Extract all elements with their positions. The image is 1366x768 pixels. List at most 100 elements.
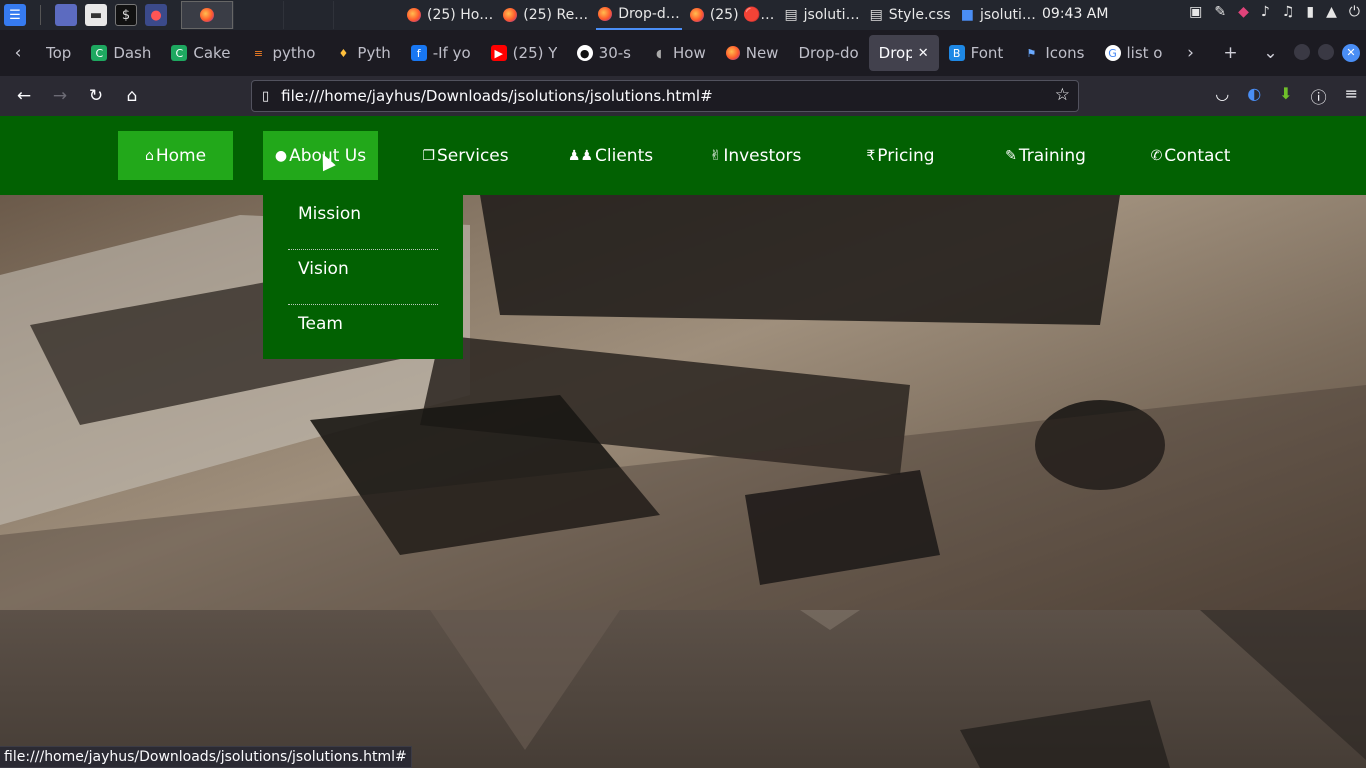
taskbar-window[interactable]: (25) 🔴… bbox=[688, 0, 777, 30]
url-text[interactable]: file:///home/jayhus/Downloads/jsolutions… bbox=[281, 87, 713, 105]
app-icon[interactable]: ◆ bbox=[1238, 4, 1249, 20]
tab[interactable]: New bbox=[716, 35, 789, 71]
tab[interactable]: ● 30-s bbox=[567, 35, 641, 71]
attachment-icon[interactable]: ✎ bbox=[1214, 4, 1226, 20]
tab[interactable]: f -If yo bbox=[401, 35, 481, 71]
minimize-window-icon[interactable] bbox=[1294, 44, 1310, 60]
file-manager-icon[interactable]: ▬ bbox=[85, 4, 107, 26]
tab[interactable]: ≡ pytho bbox=[240, 35, 325, 71]
empty-workspace-slot[interactable] bbox=[283, 1, 333, 29]
menu-item-pricing[interactable]: ₹ Pricing bbox=[843, 131, 958, 180]
users-icon: ♟♟ bbox=[567, 147, 594, 164]
firefox-taskbar-button[interactable] bbox=[181, 1, 233, 29]
app-menu-icon[interactable]: ≡ bbox=[1345, 84, 1358, 108]
download-icon[interactable]: ⬇ bbox=[1279, 84, 1292, 108]
reload-icon[interactable]: ↻ bbox=[78, 86, 114, 106]
bookmark-star-icon[interactable]: ☆ bbox=[1055, 85, 1070, 105]
firefox-icon bbox=[689, 8, 704, 22]
user-icon: ● bbox=[274, 147, 288, 164]
taskbar-window[interactable]: ■ jsoluti… bbox=[959, 0, 1038, 30]
tab[interactable]: ▶ (25) Y bbox=[481, 35, 567, 71]
tab[interactable]: Glist o bbox=[1095, 35, 1173, 71]
forward-icon[interactable]: → bbox=[42, 86, 78, 106]
clock[interactable]: 09:43 AM bbox=[1042, 6, 1108, 22]
lock-icon[interactable]: ▲ bbox=[1326, 4, 1337, 20]
tab-label: pytho bbox=[272, 44, 316, 62]
close-window-icon[interactable]: ✕ bbox=[1342, 44, 1360, 62]
window-title: jsoluti… bbox=[979, 7, 1036, 23]
tab[interactable]: Drop-do bbox=[788, 35, 868, 71]
c-favicon-icon: C bbox=[91, 45, 108, 61]
edit-icon: ✎ bbox=[1005, 147, 1017, 164]
tab-label: (25) Y bbox=[512, 44, 557, 62]
facebook-icon: f bbox=[410, 45, 427, 61]
menu-item-home[interactable]: ⌂ Home bbox=[118, 131, 233, 180]
menu-item-contact[interactable]: ✆ Contact bbox=[1133, 131, 1248, 180]
browser-navigation-bar: ← → ↻ ⌂ ▯ file:///home/jayhus/Downloads/… bbox=[0, 76, 1366, 116]
tab-selected[interactable]: Drop- ✕ bbox=[868, 35, 939, 71]
menu-label: Clients bbox=[595, 145, 654, 166]
document-icon: ▤ bbox=[869, 7, 883, 23]
address-bar[interactable]: ▯ file:///home/jayhus/Downloads/jsolutio… bbox=[251, 80, 1079, 112]
close-tab-icon[interactable]: ✕ bbox=[918, 46, 929, 61]
menu-item-investors[interactable]: ✌ Investors bbox=[698, 131, 813, 180]
tab[interactable]: C Cake bbox=[161, 35, 240, 71]
flag-icon: ⚑ bbox=[1026, 46, 1037, 60]
tab[interactable]: ⚑ Icons bbox=[1013, 35, 1094, 71]
menu-item-training[interactable]: ✎ Training bbox=[988, 131, 1103, 180]
dropdown-item-team[interactable]: Team bbox=[288, 305, 438, 360]
menu-label: Contact bbox=[1164, 145, 1231, 166]
google-icon: G bbox=[1104, 45, 1121, 61]
info-icon[interactable]: ⓘ bbox=[1311, 84, 1327, 108]
firefox-icon bbox=[200, 8, 214, 22]
home-icon[interactable]: ⌂ bbox=[114, 86, 150, 106]
workspace-icon[interactable] bbox=[55, 4, 77, 26]
window-title: Style.css bbox=[888, 7, 951, 23]
notification-bell-icon[interactable]: ♫ bbox=[1282, 4, 1295, 20]
tab-label: Dash bbox=[113, 44, 152, 62]
screen-recorder-icon[interactable]: ● bbox=[145, 4, 167, 26]
tab[interactable]: ◖ How bbox=[641, 35, 716, 71]
firefox-icon bbox=[503, 8, 518, 22]
menu-item-clients[interactable]: ♟♟ Clients bbox=[553, 131, 668, 180]
taskbar-window[interactable]: (25) Re… bbox=[501, 0, 590, 30]
new-tab-icon[interactable]: + bbox=[1212, 43, 1248, 63]
tab-label: Font bbox=[970, 44, 1004, 62]
tab[interactable]: Top bbox=[36, 35, 81, 71]
list-all-tabs-icon[interactable]: ⌄ bbox=[1252, 43, 1288, 63]
about-us-dropdown: Mission Vision Team bbox=[263, 195, 463, 359]
volume-icon[interactable]: ♪ bbox=[1261, 4, 1270, 20]
link-status-bar: file:///home/jayhus/Downloads/jsolutions… bbox=[0, 746, 412, 768]
os-taskbar: ☰ ▬ $ ● (25) Ho… (25) Re… Drop-d… (25) 🔴… bbox=[0, 0, 1366, 30]
scroll-tabs-left-icon[interactable]: ‹ bbox=[0, 43, 36, 63]
pocket-icon[interactable]: ◡ bbox=[1215, 84, 1229, 108]
tab-label: Drop-do bbox=[798, 44, 859, 62]
taskbar-window[interactable]: (25) Ho… bbox=[405, 0, 495, 30]
taskbar-window[interactable]: ▤ jsoluti… bbox=[782, 0, 861, 30]
tab[interactable]: C Dash bbox=[81, 35, 161, 71]
maximize-window-icon[interactable] bbox=[1318, 44, 1334, 60]
menu-item-services[interactable]: ❐ Services bbox=[408, 131, 523, 180]
menu-label: Investors bbox=[723, 145, 802, 166]
dropdown-item-vision[interactable]: Vision bbox=[288, 250, 438, 305]
empty-workspace-slot[interactable] bbox=[233, 1, 283, 29]
taskbar-window-active[interactable]: Drop-d… bbox=[596, 0, 682, 30]
empty-workspace-slot[interactable] bbox=[333, 1, 383, 29]
back-icon[interactable]: ← bbox=[6, 86, 42, 106]
battery-icon[interactable]: ▮ bbox=[1306, 4, 1314, 20]
tab[interactable]: ♦ Pyth bbox=[325, 35, 400, 71]
terminal-icon[interactable]: $ bbox=[115, 4, 137, 26]
scroll-tabs-right-icon[interactable]: › bbox=[1172, 43, 1208, 63]
extension-icon[interactable]: ◐ bbox=[1247, 84, 1261, 108]
rupee-icon: ₹ bbox=[866, 147, 876, 164]
taskbar-window[interactable]: ▤ Style.css bbox=[868, 0, 953, 30]
power-icon[interactable]: ⏻ bbox=[1349, 4, 1360, 20]
screenshot-icon[interactable]: ▣ bbox=[1189, 4, 1202, 20]
window-title: (25) 🔴… bbox=[709, 7, 775, 23]
tab[interactable]: B Font bbox=[939, 35, 1014, 71]
dropdown-item-mission[interactable]: Mission bbox=[288, 195, 438, 250]
tab-label: -If yo bbox=[432, 44, 471, 62]
firefox-icon bbox=[725, 46, 740, 60]
c-favicon-icon: C bbox=[171, 45, 188, 61]
kali-menu-icon[interactable]: ☰ bbox=[4, 4, 26, 26]
